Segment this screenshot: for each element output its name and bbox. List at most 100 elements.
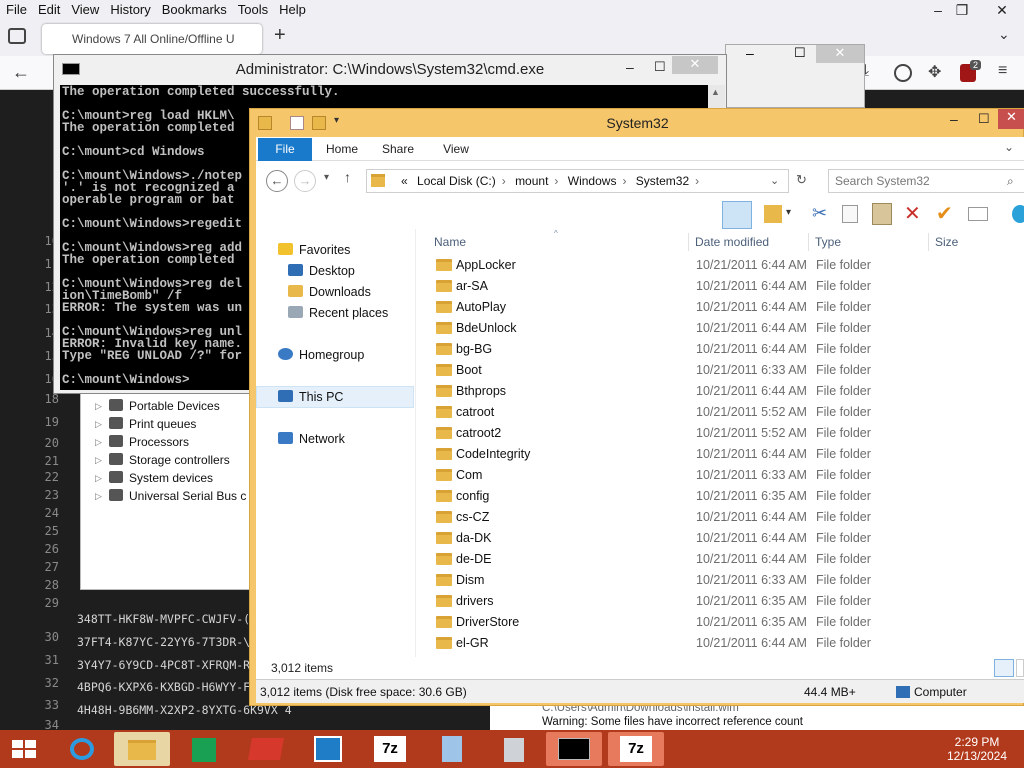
7zip-icon[interactable]: 7z [362,732,418,766]
move-to-dropdown-icon[interactable]: ▾ [786,207,791,218]
breadcrumb-system32[interactable]: System32 [636,174,689,188]
tree-item-print-queues[interactable]: ▷ Print queues [95,417,196,435]
red-app-icon[interactable] [238,732,294,766]
minimize-icon[interactable]: – [746,45,754,61]
details-view-icon[interactable] [994,659,1014,677]
new-tab-button[interactable]: + [274,24,286,47]
column-divider[interactable] [928,233,929,251]
back-arrow-icon[interactable]: ← [12,62,30,83]
expand-arrow-icon[interactable]: ▷ [95,455,102,466]
nav-recent-places[interactable]: Recent places [288,306,388,320]
expand-arrow-icon[interactable]: ▷ [95,491,102,502]
file-row[interactable]: drivers 10/21/2011 6:35 AM File folder [420,591,1020,612]
menu-file[interactable]: File [0,0,32,17]
move-to-icon[interactable] [764,205,782,223]
system-clock[interactable]: 2:29 PM 12/13/2024 [930,733,1024,767]
menu-view[interactable]: View [65,0,104,17]
maximize-icon[interactable]: ☐ [794,45,806,61]
nav-network[interactable]: Network [278,432,345,446]
preview-pane-button[interactable] [722,201,752,229]
properties-icon[interactable] [968,207,988,221]
recent-locations-icon[interactable]: ▾ [324,172,329,183]
start-button[interactable] [4,732,44,766]
file-row[interactable]: Bthprops 10/21/2011 6:44 AM File folder [420,381,1020,402]
account-icon[interactable] [894,64,912,82]
cut-icon[interactable]: ✂ [812,203,827,224]
ribbon-expand-chevron-icon[interactable]: ⌄ [1004,140,1014,154]
file-row[interactable]: catroot2 10/21/2011 5:52 AM File folder [420,423,1020,444]
column-header-name[interactable]: Name [434,235,466,249]
forward-button[interactable]: → [294,170,316,192]
migration-app-icon[interactable] [300,732,356,766]
menu-history[interactable]: History [104,0,155,17]
store-icon[interactable] [176,732,232,766]
copy-icon[interactable] [842,205,858,223]
file-row[interactable]: Boot 10/21/2011 6:33 AM File folder [420,360,1020,381]
cmd-maximize-button[interactable]: ☐ [654,59,666,75]
rename-icon[interactable]: ✔ [936,201,953,226]
column-header-type[interactable]: Type [815,235,841,249]
up-button[interactable]: ↑ [344,169,351,185]
firefox-close-button[interactable]: ✕ [982,0,1022,20]
file-row[interactable]: de-DE 10/21/2011 6:44 AM File folder [420,549,1020,570]
nav-homegroup[interactable]: Homegroup [278,348,364,362]
nav-downloads[interactable]: Downloads [288,285,371,299]
menu-hamburger-icon[interactable]: ≡ [998,62,1007,80]
ribbon-tab-home[interactable]: Home [320,138,364,161]
tree-item-portable-devices[interactable]: ▷ Portable Devices [95,399,220,417]
extensions-icon[interactable]: ✥ [928,62,941,82]
menu-bookmarks[interactable]: Bookmarks [156,0,232,17]
installer-icon[interactable] [486,732,542,766]
column-divider[interactable] [688,233,689,251]
tree-item-usb[interactable]: ▷ Universal Serial Bus c [95,489,246,507]
address-bar[interactable]: « Local Disk (C:) › mount › Windows › Syste… [366,169,789,193]
file-row[interactable]: BdeUnlock 10/21/2011 6:44 AM File folder [420,318,1020,339]
help-icon[interactable] [1012,205,1024,223]
firefox-tab-active[interactable]: Windows 7 All Online/Offline U [42,24,262,54]
tree-item-storage-controllers[interactable]: ▷ Storage controllers [95,453,230,471]
ribbon-tab-share[interactable]: Share [376,138,420,161]
expand-arrow-icon[interactable]: ▷ [95,419,102,430]
back-button[interactable]: ← [266,170,288,192]
breadcrumb-local-disk[interactable]: Local Disk (C:) [417,174,496,188]
file-row[interactable]: bg-BG 10/21/2011 6:44 AM File folder [420,339,1020,360]
explorer-maximize-button[interactable]: ☐ [978,111,990,127]
menu-edit[interactable]: Edit [32,0,65,17]
file-row[interactable]: cs-CZ 10/21/2011 6:44 AM File folder [420,507,1020,528]
column-divider[interactable] [808,233,809,251]
breadcrumb-mount[interactable]: mount [515,174,548,188]
column-header-size[interactable]: Size [935,235,958,249]
menu-help[interactable]: Help [273,0,311,17]
tab-overflow-chevron-icon[interactable]: ⌄ [998,26,1010,43]
file-row[interactable]: Dism 10/21/2011 6:33 AM File folder [420,570,1020,591]
nav-thispc[interactable]: This PC [278,390,343,404]
delete-icon[interactable]: ✕ [904,201,921,226]
explorer-close-button[interactable]: ✕ [998,109,1024,129]
file-row[interactable]: Com 10/21/2011 6:33 AM File folder [420,465,1020,486]
file-row[interactable]: el-GR 10/21/2011 6:44 AM File folder [420,633,1020,654]
expand-arrow-icon[interactable]: ▷ [95,473,102,484]
file-row[interactable]: DriverStore 10/21/2011 6:35 AM File folder [420,612,1020,633]
file-row[interactable]: ar-SA 10/21/2011 6:44 AM File folder [420,276,1020,297]
scroll-up-icon[interactable]: ▲ [711,87,720,97]
address-dropdown-icon[interactable]: ⌄ [770,170,779,192]
search-input[interactable]: Search System32 ⌕ [828,169,1024,193]
cmd-minimize-button[interactable]: – [626,59,634,75]
file-row[interactable]: da-DK 10/21/2011 6:44 AM File folder [420,528,1020,549]
ribbon-tab-file[interactable]: File [258,138,312,161]
cmd-close-button[interactable]: ✕ [672,56,718,74]
file-row[interactable]: AppLocker 10/21/2011 6:44 AM File folder [420,255,1020,276]
file-row[interactable]: CodeIntegrity 10/21/2011 6:44 AM File fold… [420,444,1020,465]
device-app-icon[interactable] [424,732,480,766]
file-explorer-taskbar-icon[interactable] [114,732,170,766]
internet-explorer-icon[interactable] [54,732,110,766]
tree-item-processors[interactable]: ▷ Processors [95,435,189,453]
cmd-taskbar-icon[interactable] [546,732,602,766]
ribbon-tab-view[interactable]: View [434,138,478,161]
column-header-date[interactable]: Date modified [695,235,769,249]
nav-desktop[interactable]: Desktop [288,264,355,278]
file-row[interactable]: config 10/21/2011 6:35 AM File folder [420,486,1020,507]
expand-arrow-icon[interactable]: ▷ [95,401,102,412]
tree-item-system-devices[interactable]: ▷ System devices [95,471,213,489]
explorer-minimize-button[interactable]: – [950,111,958,127]
